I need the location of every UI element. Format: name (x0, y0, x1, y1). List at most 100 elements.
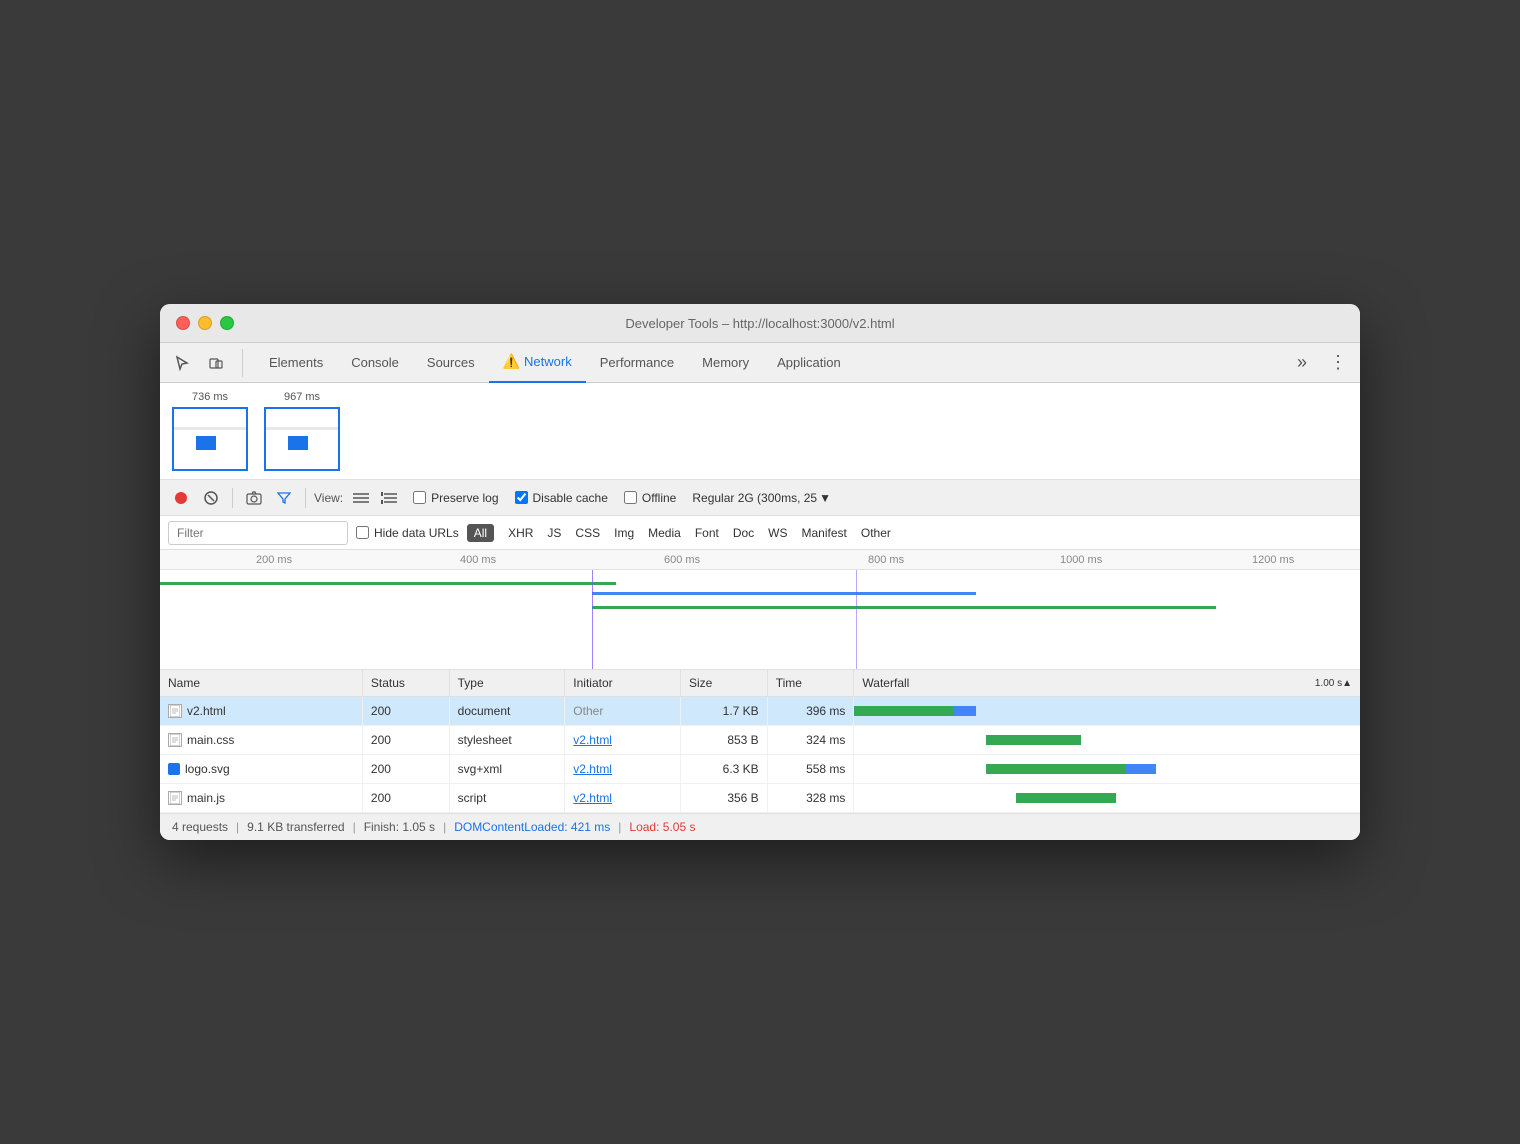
col-status[interactable]: Status (362, 670, 449, 697)
td-status: 200 (362, 697, 449, 726)
screenshot-item-2[interactable]: 967 ms (264, 391, 340, 471)
initiator-link[interactable]: v2.html (573, 791, 612, 805)
svg-icon (168, 763, 180, 775)
status-dcl: DOMContentLoaded: 421 ms (454, 820, 610, 834)
td-initiator: Other (565, 697, 681, 726)
network-table-wrap[interactable]: Name Status Type Initiator Size Time Wat… (160, 670, 1360, 813)
devtools-menu-button[interactable]: ⋮ (1324, 349, 1352, 377)
col-time[interactable]: Time (767, 670, 854, 697)
filter-type-ws[interactable]: WS (762, 524, 793, 542)
tab-sources[interactable]: Sources (413, 343, 489, 383)
filter-type-other[interactable]: Other (855, 524, 897, 542)
maximize-button[interactable] (220, 316, 234, 330)
view-group-button[interactable] (377, 486, 401, 510)
filter-type-js[interactable]: JS (541, 524, 567, 542)
col-waterfall[interactable]: Waterfall 1.00 s▲ (854, 670, 1360, 697)
status-requests: 4 requests (172, 820, 228, 834)
filter-button[interactable] (271, 485, 297, 511)
col-initiator[interactable]: Initiator (565, 670, 681, 697)
filter-type-all[interactable]: All (467, 524, 494, 542)
filter-type-font[interactable]: Font (689, 524, 725, 542)
page-preview-2 (266, 409, 338, 469)
td-type: svg+xml (449, 755, 565, 784)
td-name: v2.html (160, 697, 362, 726)
col-name[interactable]: Name (160, 670, 362, 697)
filter-type-xhr[interactable]: XHR (502, 524, 539, 542)
table-row[interactable]: v2.html 200 document Other 1.7 KB 396 ms (160, 697, 1360, 726)
ruler-tick-400: 400 ms (460, 554, 496, 566)
status-sep-2: | (353, 820, 356, 834)
tab-performance[interactable]: Performance (586, 343, 688, 383)
wf-bar-green (986, 735, 1081, 745)
td-size: 356 B (680, 784, 767, 813)
cursor-icon[interactable] (168, 349, 196, 377)
close-button[interactable] (176, 316, 190, 330)
disable-cache-input[interactable] (515, 491, 528, 504)
col-size[interactable]: Size (680, 670, 767, 697)
tab-memory[interactable]: Memory (688, 343, 763, 383)
disable-cache-checkbox[interactable]: Disable cache (515, 491, 608, 505)
hide-data-urls-checkbox[interactable] (356, 526, 369, 539)
devtools-window: Developer Tools – http://localhost:3000/… (160, 304, 1360, 840)
hide-data-urls-label[interactable]: Hide data URLs (356, 526, 459, 540)
tab-console[interactable]: Console (337, 343, 413, 383)
td-waterfall (854, 755, 1360, 784)
throttle-select[interactable]: Regular 2G (300ms, 25 ▼ (692, 491, 831, 505)
td-waterfall (854, 726, 1360, 755)
ruler-tick-800: 800 ms (868, 554, 904, 566)
offline-checkbox[interactable]: Offline (624, 491, 676, 505)
file-name-text: logo.svg (185, 762, 230, 776)
filter-input[interactable] (168, 521, 348, 545)
col-type[interactable]: Type (449, 670, 565, 697)
preserve-log-checkbox[interactable]: Preserve log (413, 491, 498, 505)
filter-type-img[interactable]: Img (608, 524, 640, 542)
more-tabs-button[interactable]: » (1288, 349, 1316, 377)
filter-type-manifest[interactable]: Manifest (796, 524, 853, 542)
initiator-link[interactable]: v2.html (573, 762, 612, 776)
filter-type-media[interactable]: Media (642, 524, 687, 542)
timeline-area: 200 ms 400 ms 600 ms 800 ms 1000 ms 1200… (160, 550, 1360, 670)
td-type: document (449, 697, 565, 726)
preserve-log-input[interactable] (413, 491, 426, 504)
view-list-button[interactable] (349, 486, 373, 510)
td-initiator: v2.html (565, 726, 681, 755)
tab-elements[interactable]: Elements (255, 343, 337, 383)
record-button[interactable] (168, 485, 194, 511)
table-body: v2.html 200 document Other 1.7 KB 396 ms… (160, 697, 1360, 813)
table-row[interactable]: main.css 200 stylesheet v2.html 853 B 32… (160, 726, 1360, 755)
td-size: 853 B (680, 726, 767, 755)
td-time: 558 ms (767, 755, 854, 784)
table-row[interactable]: logo.svg 200 svg+xml v2.html 6.3 KB 558 … (160, 755, 1360, 784)
screenshot-item-1[interactable]: 736 ms (172, 391, 248, 471)
table-row[interactable]: main.js 200 script v2.html 356 B 328 ms (160, 784, 1360, 813)
wf-bar-green (1016, 793, 1116, 803)
status-finish: Finish: 1.05 s (364, 820, 435, 834)
camera-button[interactable] (241, 485, 267, 511)
clear-button[interactable] (198, 485, 224, 511)
tab-bar: Elements Console Sources ⚠️ Network Perf… (160, 343, 1360, 383)
td-status: 200 (362, 784, 449, 813)
td-waterfall (854, 784, 1360, 813)
tab-tools (168, 349, 243, 377)
td-size: 1.7 KB (680, 697, 767, 726)
tab-application[interactable]: Application (763, 343, 855, 383)
network-table: Name Status Type Initiator Size Time Wat… (160, 670, 1360, 813)
screenshot-thumb-1[interactable] (172, 407, 248, 471)
separator-1 (232, 488, 233, 508)
timeline-waterfall (160, 570, 1360, 670)
status-sep-3: | (443, 820, 446, 834)
device-icon[interactable] (202, 349, 230, 377)
filter-type-css[interactable]: CSS (569, 524, 606, 542)
td-status: 200 (362, 755, 449, 784)
status-sep-4: | (618, 820, 621, 834)
file-name-text: main.js (187, 791, 225, 805)
doc-icon (168, 704, 182, 718)
screenshots-bar: 736 ms 967 ms (160, 383, 1360, 480)
tab-network[interactable]: ⚠️ Network (489, 343, 586, 383)
initiator-link[interactable]: v2.html (573, 733, 612, 747)
offline-input[interactable] (624, 491, 637, 504)
view-label: View: (314, 491, 343, 505)
screenshot-thumb-2[interactable] (264, 407, 340, 471)
minimize-button[interactable] (198, 316, 212, 330)
filter-type-doc[interactable]: Doc (727, 524, 760, 542)
